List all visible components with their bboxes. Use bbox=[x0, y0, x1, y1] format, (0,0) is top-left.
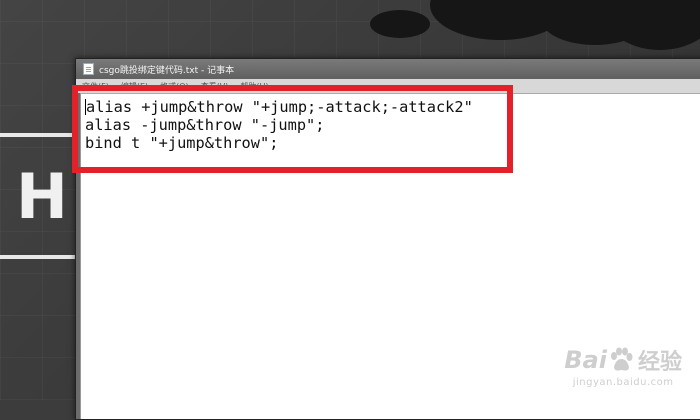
watermark-suffix: 经验 bbox=[637, 350, 682, 375]
watermark-logo: Bai 经验 bbox=[564, 344, 682, 376]
window-title: csgo跳投绑定键代码.txt - 记事本 bbox=[99, 65, 235, 76]
map-decoration bbox=[370, 10, 430, 38]
watermark-url: jingyan.baidu.com bbox=[572, 377, 674, 388]
paw-icon bbox=[610, 347, 633, 371]
highlight-box bbox=[72, 85, 513, 173]
watermark-brand: Bai bbox=[564, 346, 607, 374]
baidu-watermark: Bai 经验 jingyan.baidu.com bbox=[564, 344, 682, 388]
desktop-letter: H bbox=[16, 159, 68, 233]
title-bar[interactable]: csgo跳投绑定键代码.txt - 记事本 bbox=[76, 59, 700, 79]
notepad-icon bbox=[83, 63, 94, 75]
desktop-letter-tile: H bbox=[0, 133, 80, 259]
